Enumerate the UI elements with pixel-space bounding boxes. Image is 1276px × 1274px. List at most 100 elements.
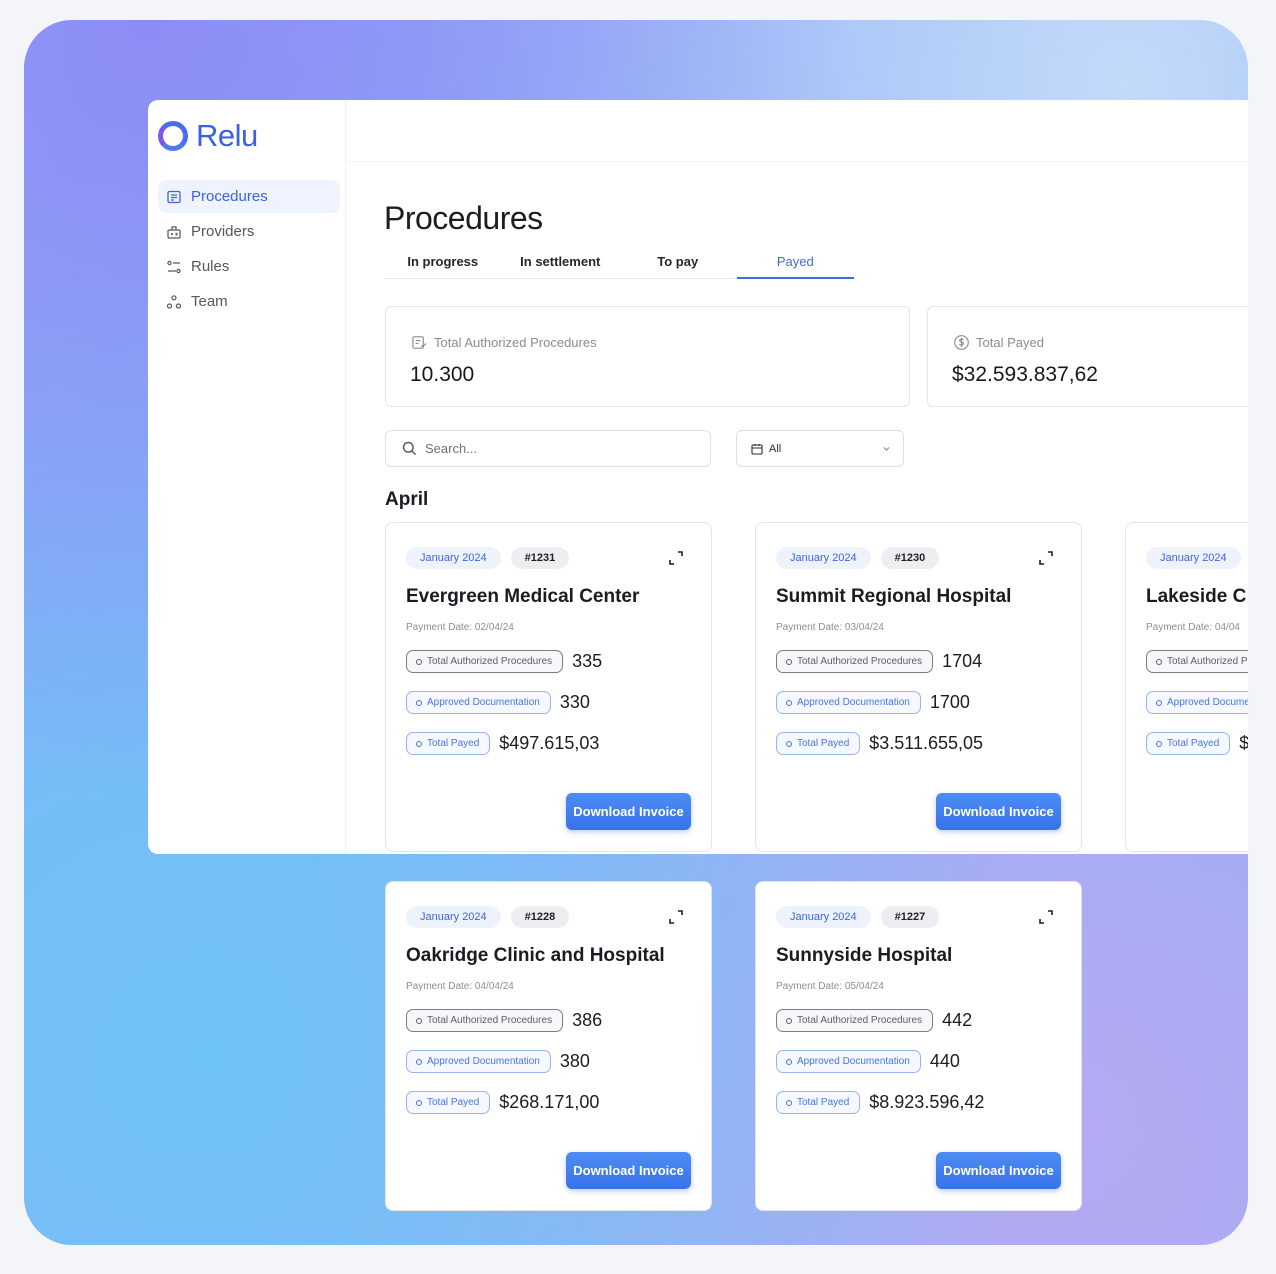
dot-icon [786,740,792,747]
tag-label: Total Payed [797,1097,850,1108]
top-bar [346,100,1248,162]
procedure-card-partial: January 2024 Lakeside C Payment Date: 04… [1125,522,1248,852]
dot-icon [786,1058,792,1065]
sidebar-item-providers[interactable]: Providers [158,215,340,248]
procedures-icon [167,190,181,203]
tag-payed: Total Payed [776,732,861,755]
payment-date: Payment Date: 04/04/24 [406,981,514,992]
expand-icon[interactable] [1037,908,1055,926]
metric-authorized: Total Authorized Procedures 386 [406,1009,602,1032]
tag-label: Approved Documentation [1167,697,1248,708]
tag-label: Total Authorized Procedures [427,656,553,667]
expand-icon[interactable] [1037,549,1055,567]
sidebar-item-label: Rules [191,258,230,275]
sidebar-item-team[interactable]: Team [158,285,340,318]
payment-date: Payment Date: 05/04/24 [776,981,884,992]
metric-payed: Total Payed $8.923.596,42 [776,1091,984,1114]
logo[interactable]: Relu [158,118,258,154]
tag-payed: Total Payed [1146,732,1231,755]
tab-in-settlement[interactable]: In settlement [502,246,620,278]
metric-value: $3.511.655,05 [869,733,984,753]
metric-approved: Approved Documentation 380 [406,1050,590,1073]
rules-icon [167,260,181,273]
tag-label: Total Authorized Procedures [427,1015,553,1026]
tab-in-progress[interactable]: In progress [384,246,502,278]
download-invoice-button[interactable]: Download Invoice [936,793,1061,830]
dot-icon [416,699,422,706]
tag-label: Approved Documentation [427,697,540,708]
metric-authorized: Total Authorized Procedures 335 [406,650,602,673]
provider-name: Sunnyside Hospital [776,945,953,966]
download-invoice-button[interactable]: Download Invoice [566,793,691,830]
expand-icon[interactable] [667,908,685,926]
period-badge: January 2024 [1146,547,1241,569]
metric-value: $497.615,03 [499,733,600,753]
filter-select[interactable]: All [736,430,904,467]
tag-label: Total Payed [427,1097,480,1108]
procedure-card: January 2024 #1230 Summit Regional Hospi… [755,522,1082,852]
tab-to-pay[interactable]: To pay [619,246,737,278]
provider-name: Summit Regional Hospital [776,586,1012,607]
tag-authorized: Total Authorized Procedures [406,1009,564,1032]
id-badge: #1231 [510,547,570,569]
tag-label: Total Payed [1167,738,1220,749]
metric-payed: Total Payed $497.615,03 [406,732,599,755]
dot-icon [1156,699,1162,706]
chevron-down-icon [883,447,890,451]
payment-date: Payment Date: 03/04/24 [776,622,884,633]
period-badge: January 2024 [776,906,871,928]
document-check-icon [412,336,427,349]
tag-approved: Approved Documentation [406,691,551,714]
card-header: January 2024 [1146,547,1241,569]
metric-authorized: Total Authorized Procedures 442 [776,1009,972,1032]
dot-icon [416,1099,422,1106]
dot-icon [416,1058,422,1065]
search-input[interactable] [425,441,685,456]
section-label-month: April [385,489,429,510]
providers-icon [167,225,181,239]
tag-authorized: Total Authorized Procedures [776,1009,934,1032]
sidebar-item-procedures[interactable]: Procedures [158,180,340,213]
dollar-circle-icon [954,335,969,350]
download-invoice-button[interactable]: Download Invoice [566,1152,691,1189]
team-icon [166,294,182,309]
tag-authorized: Total Authorized Procedures [776,650,934,673]
search-box[interactable] [385,430,711,467]
tab-payed[interactable]: Payed [736,246,855,279]
stat-label-row: Total Authorized Procedures [411,334,597,351]
metric-value: 380 [559,1051,590,1071]
metric-value: 1700 [929,692,970,712]
metric-authorized: Total Authorized Procedures 1704 [776,650,982,673]
tag-payed: Total Payed [776,1091,861,1114]
sidebar-item-rules[interactable]: Rules [158,250,340,283]
metric-value: $8.923.596,42 [869,1092,985,1112]
expand-icon[interactable] [667,549,685,567]
tag-label: Total Authorized Procedures [797,1015,923,1026]
tag-label: Approved Documentation [797,1056,910,1067]
dot-icon [416,740,422,747]
tag-payed: Total Payed [406,732,491,755]
dot-icon [786,658,792,665]
metric-approved: Approved Documentation 1700 [776,691,970,714]
procedure-card: January 2024 #1227 Sunnyside Hospital Pa… [755,881,1082,1211]
provider-name: Oakridge Clinic and Hospital [406,945,665,966]
card-header: January 2024 #1228 [406,906,570,928]
tag-label: Approved Documentation [797,697,910,708]
tag-label: Total Authorized Procedures [797,656,923,667]
tag-approved: Approved Documentation [776,1050,921,1073]
tag-payed: Total Payed [406,1091,491,1114]
dot-icon [786,1017,792,1024]
dot-icon [416,1017,422,1024]
logo-text: Relu [196,118,258,153]
stat-card-authorized: Total Authorized Procedures 10.300 [385,306,910,407]
id-badge: #1230 [880,547,940,569]
search-icon [402,441,417,456]
download-invoice-button[interactable]: Download Invoice [936,1152,1061,1189]
card-header: January 2024 #1231 [406,547,570,569]
id-badge: #1228 [510,906,570,928]
metric-payed: Total Payed $268.171,00 [406,1091,599,1114]
sidebar-item-label: Procedures [191,188,268,205]
tab-bar: In progress In settlement To pay Payed [384,246,854,279]
tag-approved: Approved Documentation [406,1050,551,1073]
metric-payed: Total Payed $3.511.655,05 [776,732,983,755]
